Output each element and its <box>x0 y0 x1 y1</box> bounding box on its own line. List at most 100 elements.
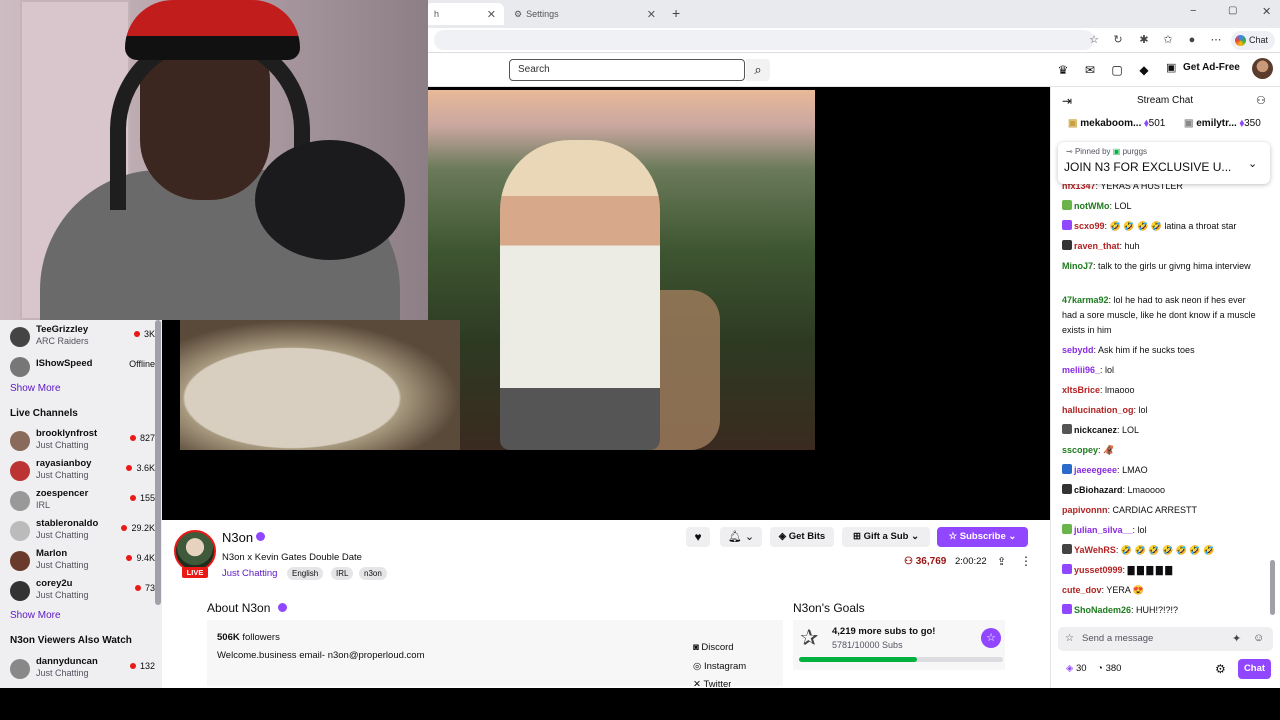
copilot-chat-button[interactable]: Chat <box>1231 31 1275 50</box>
chat-send-button[interactable]: Chat <box>1238 659 1271 679</box>
subscribe-button[interactable]: ☆ Subscribe ⌄ <box>937 527 1028 547</box>
chat-message[interactable]: ShoNadem26: HUH!?!?!? <box>1062 603 1258 618</box>
address-bar[interactable] <box>434 30 1094 50</box>
chat-points-row[interactable]: ◈ 30 ◔ 380 <box>1066 663 1121 674</box>
sidebar-channel-brooklynfrost[interactable]: brooklynfrost Just Chatting 827 <box>10 428 155 456</box>
stream-category-link[interactable]: Just Chatting <box>222 568 277 579</box>
extensions-icon[interactable]: ✱ <box>1136 32 1152 48</box>
chat-username[interactable]: notWMo <box>1074 201 1109 211</box>
chat-username[interactable]: YaWehRS <box>1074 545 1116 555</box>
chat-username[interactable]: sebydd <box>1062 345 1094 355</box>
more-options-icon[interactable]: ⋮ <box>1020 554 1032 568</box>
sidebar-channel-ishowspeed[interactable]: IShowSpeed Offline <box>10 354 155 382</box>
emote-picker-icon[interactable]: ☺ <box>1253 632 1264 644</box>
sidebar-channel-dannyduncan[interactable]: dannyduncan Just Chatting 132 <box>10 656 155 684</box>
chat-username[interactable]: hallucination_og <box>1062 405 1134 415</box>
chat-username[interactable]: sscopey <box>1062 445 1098 455</box>
chat-message[interactable]: julian_silva__: lol <box>1062 523 1258 538</box>
social-link-instagram[interactable]: ◎ Instagram <box>693 661 746 672</box>
close-icon[interactable]: ✕ <box>487 8 496 21</box>
show-more-live-link[interactable]: Show More <box>10 610 61 621</box>
chat-message[interactable]: cBiohazard: Lmaoooo <box>1062 483 1258 498</box>
chat-message[interactable]: MinoJ7: talk to the girls ur givng hima … <box>1062 259 1258 289</box>
chat-message[interactable]: cute_dov: YERA 😍 <box>1062 583 1258 598</box>
favorites-icon[interactable]: ✩ <box>1160 32 1176 48</box>
chat-message[interactable]: jaeeegeee: LMAO <box>1062 463 1258 478</box>
chat-scrollbar[interactable] <box>1270 560 1275 615</box>
user-avatar[interactable] <box>1252 58 1273 79</box>
minimize-icon[interactable]: − <box>1190 5 1196 17</box>
whispers-icon[interactable]: ▢ <box>1109 62 1125 78</box>
collapse-chat-icon[interactable]: ⇥ <box>1062 94 1072 108</box>
sidebar-scrollbar[interactable] <box>155 320 161 605</box>
chat-message[interactable]: hallucination_og: lol <box>1062 403 1258 418</box>
chat-message[interactable]: notWMo: LOL <box>1062 199 1258 214</box>
bits-icon[interactable]: ◆ <box>1136 62 1152 78</box>
streamer-avatar[interactable] <box>174 530 216 572</box>
chat-username[interactable]: yusset0999 <box>1074 565 1123 575</box>
community-icon[interactable]: ⚇ <box>1256 94 1266 107</box>
bits-star-icon[interactable]: ☆ <box>1065 633 1074 644</box>
chat-username[interactable]: julian_silva__ <box>1074 525 1133 535</box>
sidebar-channel-stableronaldo[interactable]: stableronaldo Just Chatting 29.2K <box>10 518 155 546</box>
browser-tab-active[interactable]: h ✕ <box>426 3 504 25</box>
sidebar-channel-rayasianboy[interactable]: rayasianboy Just Chatting 3.6K <box>10 458 155 486</box>
chat-message[interactable]: scxo99: 🤣 🤣 🤣 🤣 latina a throat star <box>1062 219 1258 234</box>
show-more-followed-link[interactable]: Show More <box>10 383 61 394</box>
sidebar-channel-zoespencer[interactable]: zoespencer IRL 155 <box>10 488 155 516</box>
profile-icon[interactable]: ● <box>1184 32 1200 48</box>
chat-username[interactable]: scxo99 <box>1074 221 1105 231</box>
goal-subscribe-star-icon[interactable]: ☆ <box>981 628 1001 648</box>
chat-username[interactable]: MinoJ7 <box>1062 261 1093 271</box>
notification-bell-icon[interactable]: 🔔︎ ⌄ <box>720 527 762 547</box>
more-icon[interactable]: ⋯ <box>1208 32 1224 48</box>
chat-username[interactable]: raven_that <box>1074 241 1120 251</box>
hype-icon[interactable]: ✦ <box>1232 632 1241 645</box>
chevron-down-icon[interactable]: ⌄ <box>1248 157 1257 170</box>
chat-message[interactable]: papivonnn: CARDIAC ARRESTT <box>1062 503 1258 518</box>
chat-message[interactable]: raven_that: huh <box>1062 239 1258 254</box>
chat-message[interactable]: sebydd: Ask him if he sucks toes <box>1062 343 1258 358</box>
chat-username[interactable]: 47karma92 <box>1062 295 1109 305</box>
close-icon[interactable]: ✕ <box>647 8 656 21</box>
get-bits-button[interactable]: ◈ Get Bits <box>770 527 834 547</box>
share-icon[interactable]: ⇪ <box>997 555 1006 568</box>
top-gifter-2[interactable]: ▣ emilytr... ⬧350 <box>1184 118 1261 129</box>
search-icon[interactable]: ⌕ <box>746 59 770 81</box>
chat-username[interactable]: jaeeegeee <box>1074 465 1117 475</box>
chat-username[interactable]: cBiohazard <box>1074 485 1123 495</box>
chat-settings-gear-icon[interactable]: ⚙ <box>1215 662 1226 676</box>
refresh-icon[interactable]: ↻ <box>1110 32 1126 48</box>
social-link-twitter[interactable]: ✕ Twitter <box>693 679 731 688</box>
follow-heart-icon[interactable]: ♥ <box>686 527 710 547</box>
search-input[interactable]: Search <box>509 59 745 81</box>
top-gifter-1[interactable]: ▣ mekaboom... ⬧501 <box>1068 118 1165 129</box>
chat-username[interactable]: ShoNadem26 <box>1074 605 1131 615</box>
gift-sub-button[interactable]: ⊞ Gift a Sub ⌄ <box>842 527 930 547</box>
chat-message[interactable]: sscopey: 🦧 <box>1062 443 1258 458</box>
chat-username[interactable]: meliii96_ <box>1062 365 1100 375</box>
tag-chip[interactable]: English <box>287 567 324 580</box>
chat-message[interactable]: nickcanez: LOL <box>1062 423 1258 438</box>
sidebar-channel-marlon[interactable]: Marlon Just Chatting 9.4K <box>10 548 155 576</box>
chat-username[interactable]: xltsBrice <box>1062 385 1100 395</box>
star-icon[interactable]: ☆ <box>1086 32 1102 48</box>
chat-message[interactable]: YaWehRS: 🤣 🤣 🤣 🤣 🤣 🤣 🤣 <box>1062 543 1258 558</box>
social-link-discord[interactable]: ◙ Discord <box>693 642 734 653</box>
prime-loot-icon[interactable]: ♛ <box>1055 62 1071 78</box>
chat-message[interactable]: 47karma92: lol he had to ask neon if hes… <box>1062 293 1258 338</box>
chat-message[interactable]: meliii96_: lol <box>1062 363 1258 378</box>
new-tab-icon[interactable]: + <box>672 5 680 21</box>
tag-chip[interactable]: IRL <box>331 567 354 580</box>
chat-username[interactable]: cute_dov <box>1062 585 1102 595</box>
streamer-name[interactable]: N3on <box>222 530 253 545</box>
sidebar-channel-corey2u[interactable]: corey2u Just Chatting 73 <box>10 578 155 606</box>
chat-message[interactable]: xltsBrice: lmaooo <box>1062 383 1258 398</box>
sidebar-channel-teegrizzley[interactable]: TeeGrizzley ARC Raiders 3K <box>10 324 155 352</box>
browser-tab-settings[interactable]: ⚙ Settings ✕ <box>506 3 664 25</box>
chat-username[interactable]: papivonnn <box>1062 505 1108 515</box>
chat-message[interactable]: yusset0999: ▇ ▇ ▇ ▇ ▇ <box>1062 563 1258 578</box>
window-close-icon[interactable]: ✕ <box>1262 5 1271 18</box>
inbox-icon[interactable]: ✉ <box>1082 62 1098 78</box>
chat-username[interactable]: nickcanez <box>1074 425 1117 435</box>
